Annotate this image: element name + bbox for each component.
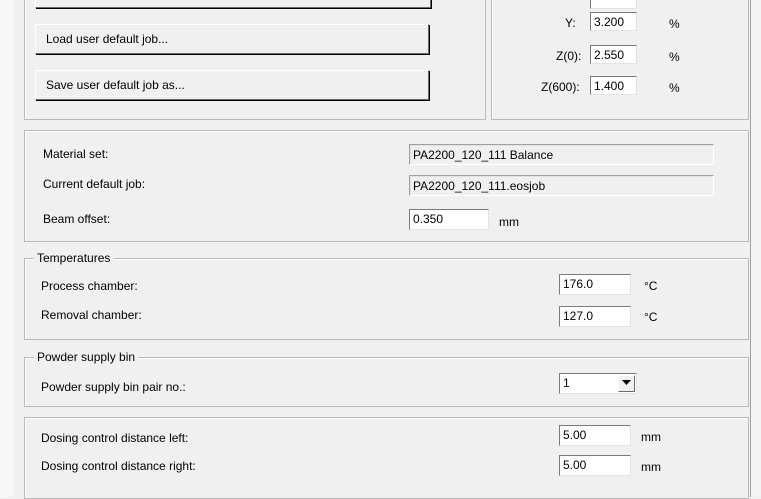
partial-top-input[interactable] <box>590 0 637 9</box>
settings-panel: Load user default job... Save user defau… <box>13 0 750 499</box>
removal-chamber-input[interactable]: 127.0 <box>559 306 631 327</box>
z600-scaling-unit: % <box>669 81 680 95</box>
right-edge-strip <box>750 0 761 497</box>
beam-offset-input[interactable]: 0.350 <box>409 209 489 230</box>
dosing-left-unit: mm <box>641 430 661 444</box>
z0-scaling-label: Z(0): <box>556 49 582 63</box>
z0-scaling-input[interactable]: 2.550 <box>590 45 637 64</box>
process-chamber-label: Process chamber: <box>41 279 138 293</box>
material-set-field: PA2200_120_111 Balance <box>409 144 714 165</box>
beam-offset-label: Beam offset: <box>43 212 111 226</box>
dosing-left-label: Dosing control distance left: <box>41 431 189 445</box>
removal-chamber-label: Removal chamber: <box>41 308 142 322</box>
current-default-job-field: PA2200_120_111.eosjob <box>409 175 714 196</box>
y-scaling-input[interactable]: 3.200 <box>590 12 637 31</box>
y-scaling-label: Y: <box>565 16 576 30</box>
dosing-right-input[interactable]: 5.00 <box>559 455 631 476</box>
partial-top-button[interactable] <box>35 0 431 8</box>
material-set-label: Material set: <box>43 147 109 161</box>
powder-supply-pair-value: 1 <box>563 376 570 390</box>
z600-scaling-label: Z(600): <box>541 80 580 94</box>
temperatures-group <box>24 258 749 340</box>
powder-supply-pair-select[interactable]: 1 <box>559 373 637 394</box>
removal-chamber-unit: °C <box>644 310 658 324</box>
beam-offset-unit: mm <box>499 215 519 229</box>
dosing-right-label: Dosing control distance right: <box>41 459 196 473</box>
z0-scaling-unit: % <box>669 50 680 64</box>
y-scaling-unit: % <box>669 17 680 31</box>
dosing-right-unit: mm <box>641 460 661 474</box>
left-edge-strip <box>0 0 14 497</box>
current-default-job-label: Current default job: <box>43 177 146 191</box>
chevron-down-icon[interactable] <box>618 375 635 392</box>
job-buttons-group <box>24 0 486 120</box>
temperatures-title: Temperatures <box>34 251 114 265</box>
powder-supply-pair-label: Powder supply bin pair no.: <box>41 380 186 394</box>
save-user-default-job-as-button[interactable]: Save user default job as... <box>35 70 429 100</box>
process-chamber-input[interactable]: 176.0 <box>559 274 631 295</box>
process-chamber-unit: °C <box>644 279 658 293</box>
z600-scaling-input[interactable]: 1.400 <box>590 76 637 95</box>
powder-supply-bin-title: Powder supply bin <box>34 350 139 364</box>
load-user-default-job-button[interactable]: Load user default job... <box>35 24 429 54</box>
dosing-left-input[interactable]: 5.00 <box>559 425 631 446</box>
